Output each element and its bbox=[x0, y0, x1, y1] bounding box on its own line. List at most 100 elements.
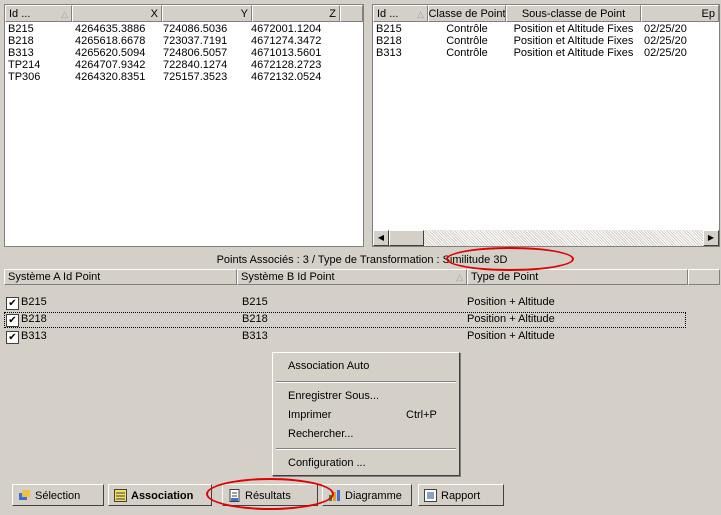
highlight-oval-transformation bbox=[446, 247, 574, 271]
cell-y: 724806.5057 bbox=[163, 47, 228, 59]
association-table-header: Système A Id Point Système B Id Point △ T… bbox=[4, 269, 720, 285]
cell-id: B313 bbox=[8, 47, 34, 59]
col-classe-header[interactable]: Classe de Point bbox=[428, 5, 506, 22]
table-row[interactable]: B313 4265620.5094 724806.5057 4671013.56… bbox=[5, 47, 363, 59]
table-row[interactable]: B218 Contrôle Position et Altitude Fixes… bbox=[373, 35, 719, 47]
table-row[interactable]: B215 Contrôle Position et Altitude Fixes… bbox=[373, 23, 719, 35]
scroll-thumb[interactable] bbox=[389, 230, 424, 246]
right-table-header: Id ... △ Classe de Point Sous-classe de P… bbox=[373, 5, 719, 22]
cell-z: 4672132.0524 bbox=[251, 71, 322, 83]
cell-id: TP306 bbox=[8, 71, 41, 83]
cell-y: 722840.1274 bbox=[163, 59, 228, 71]
selection-icon bbox=[19, 490, 30, 500]
table-row[interactable]: B215 4264635.3886 724086.5036 4672001.12… bbox=[5, 23, 363, 35]
col-label: Id ... bbox=[9, 8, 31, 20]
cell-id: B218 bbox=[8, 35, 34, 47]
cell-x: 4264707.9342 bbox=[75, 59, 146, 71]
cell-z: 4672001.1204 bbox=[251, 23, 322, 35]
cell-systeme-a: B313 bbox=[21, 330, 47, 342]
tab-label: Association bbox=[131, 490, 194, 502]
left-points-table[interactable]: Id ... △ X Y Z B215 4264635.3886 724086.5… bbox=[4, 4, 364, 247]
menu-item-enregistrer-sous[interactable]: Enregistrer Sous... bbox=[288, 390, 379, 402]
cell-id: TP214 bbox=[8, 59, 41, 71]
menu-item-association-auto[interactable]: Association Auto bbox=[288, 360, 369, 372]
menu-item-imprimer[interactable]: Imprimer bbox=[288, 409, 331, 421]
menu-item-configuration[interactable]: Configuration ... bbox=[288, 457, 366, 469]
col-id-header[interactable]: Id ... △ bbox=[5, 5, 72, 22]
table-row[interactable]: B313 Contrôle Position et Altitude Fixes… bbox=[373, 47, 719, 59]
col-id-header[interactable]: Id ... △ bbox=[373, 5, 428, 22]
col-systeme-a-header[interactable]: Système A Id Point bbox=[4, 269, 237, 285]
checkbox-checked-icon[interactable]: ✔ bbox=[6, 314, 19, 327]
cell-systeme-b: B313 bbox=[242, 330, 268, 342]
tab-rapport[interactable]: Rapport bbox=[418, 484, 504, 506]
col-label: Système B Id Point bbox=[241, 271, 335, 283]
cell-x: 4265618.6678 bbox=[75, 35, 146, 47]
tab-selection[interactable]: Sélection bbox=[12, 484, 104, 506]
col-epoch-header[interactable]: Ep bbox=[641, 5, 719, 22]
col-label: Système A Id Point bbox=[8, 271, 101, 283]
col-label: X bbox=[150, 8, 158, 20]
cell-z: 4671274.3472 bbox=[251, 35, 322, 47]
cell-x: 4264320.8351 bbox=[75, 71, 146, 83]
tab-association[interactable]: Association bbox=[108, 484, 212, 506]
context-menu: Association Auto Enregistrer Sous... Imp… bbox=[272, 352, 460, 476]
cell-classe: Contrôle bbox=[446, 35, 488, 47]
col-z-header[interactable]: Z bbox=[252, 5, 340, 22]
col-label: Ep bbox=[701, 8, 715, 20]
cell-epoch: 02/25/20 bbox=[644, 35, 687, 47]
table-row[interactable]: TP214 4264707.9342 722840.1274 4672128.2… bbox=[5, 59, 363, 71]
table-row[interactable]: B218 4265618.6678 723037.7191 4671274.34… bbox=[5, 35, 363, 47]
cell-y: 725157.3523 bbox=[163, 71, 228, 83]
cell-id: B215 bbox=[8, 23, 34, 35]
table-row[interactable]: TP306 4264320.8351 725157.3523 4672132.0… bbox=[5, 71, 363, 83]
menu-separator bbox=[276, 448, 456, 450]
cell-type-point: Position + Altitude bbox=[467, 330, 555, 342]
table-row[interactable]: ✔ B218 B218 Position + Altitude bbox=[4, 312, 720, 329]
cell-id: B218 bbox=[376, 35, 402, 47]
left-table-header: Id ... △ X Y Z bbox=[5, 5, 363, 22]
col-x-header[interactable]: X bbox=[72, 5, 162, 22]
right-points-table[interactable]: Id ... △ Classe de Point Sous-classe de P… bbox=[372, 4, 720, 247]
left-table-rows: B215 4264635.3886 724086.5036 4672001.12… bbox=[5, 23, 363, 83]
scroll-right-icon[interactable]: ▶ bbox=[703, 230, 719, 246]
col-y-header[interactable]: Y bbox=[162, 5, 252, 22]
table-row[interactable]: ✔ B215 B215 Position + Altitude bbox=[4, 295, 720, 312]
tab-label: Diagramme bbox=[345, 490, 402, 502]
cell-systeme-a: B215 bbox=[21, 296, 47, 308]
cell-type-point: Position + Altitude bbox=[467, 313, 555, 325]
tab-diagramme[interactable]: Diagramme bbox=[322, 484, 412, 506]
tab-label: Rapport bbox=[441, 490, 481, 502]
cell-sous-classe: Position et Altitude Fixes bbox=[513, 23, 634, 35]
cell-id: B215 bbox=[376, 23, 402, 35]
sort-up-icon: △ bbox=[456, 272, 463, 282]
header-filler bbox=[688, 269, 720, 285]
scroll-left-icon[interactable]: ◀ bbox=[373, 230, 389, 246]
cell-epoch: 02/25/20 bbox=[644, 47, 687, 59]
sort-up-icon: △ bbox=[417, 9, 424, 19]
sort-up-icon: △ bbox=[61, 9, 68, 19]
cell-classe: Contrôle bbox=[446, 47, 488, 59]
cell-sous-classe: Position et Altitude Fixes bbox=[513, 47, 634, 59]
cell-z: 4672128.2723 bbox=[251, 59, 322, 71]
report-icon bbox=[424, 489, 437, 502]
imprimer-shortcut: Ctrl+P bbox=[406, 409, 437, 421]
cell-classe: Contrôle bbox=[446, 23, 488, 35]
col-sous-classe-header[interactable]: Sous-classe de Point bbox=[506, 5, 641, 22]
col-label: Sous-classe de Point bbox=[521, 8, 626, 20]
col-systeme-b-header[interactable]: Système B Id Point △ bbox=[237, 269, 467, 285]
horizontal-scrollbar[interactable]: ◀ ▶ bbox=[373, 230, 719, 246]
table-row[interactable]: ✔ B313 B313 Position + Altitude bbox=[4, 329, 720, 346]
cell-type-point: Position + Altitude bbox=[467, 296, 555, 308]
menu-item-rechercher[interactable]: Rechercher... bbox=[288, 428, 353, 440]
checkbox-checked-icon[interactable]: ✔ bbox=[6, 331, 19, 344]
cell-z: 4671013.5601 bbox=[251, 47, 322, 59]
cell-epoch: 02/25/20 bbox=[644, 23, 687, 35]
col-type-point-header[interactable]: Type de Point bbox=[467, 269, 688, 285]
cell-y: 723037.7191 bbox=[163, 35, 228, 47]
cell-systeme-b: B218 bbox=[242, 313, 268, 325]
cell-x: 4264635.3886 bbox=[75, 23, 146, 35]
scroll-track[interactable] bbox=[424, 230, 703, 246]
checkbox-checked-icon[interactable]: ✔ bbox=[6, 297, 19, 310]
cell-sous-classe: Position et Altitude Fixes bbox=[513, 35, 634, 47]
